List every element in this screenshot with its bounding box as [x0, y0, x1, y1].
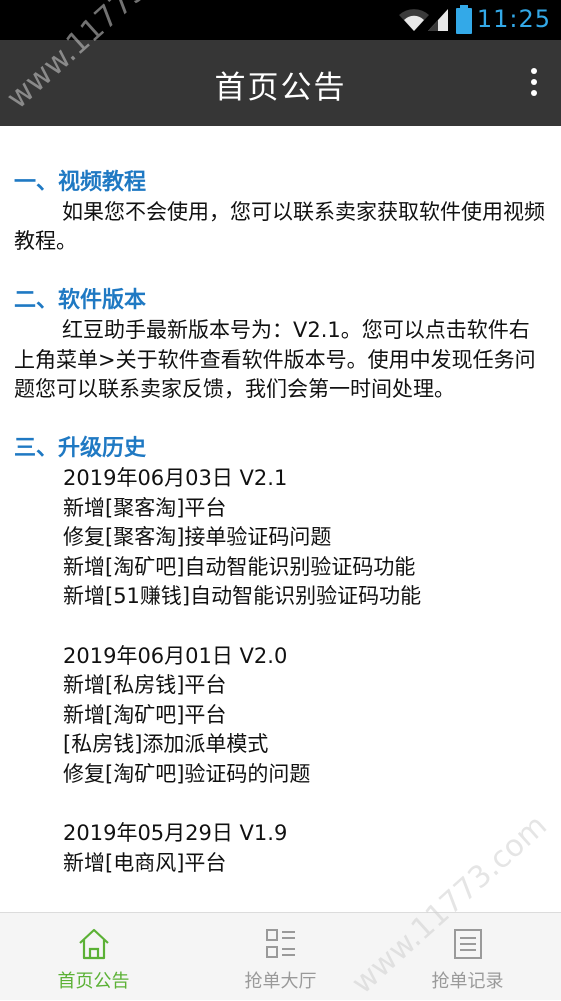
version-line: 2019年05月29日 V1.9 — [63, 821, 288, 846]
change-item: 新增[电商风]平台 — [63, 850, 227, 875]
section-heading: 三、升级历史 — [14, 436, 147, 462]
change-item: 新增[聚客淘]平台 — [63, 495, 227, 520]
section-upgrade-history: 三、升级历史 2019年06月03日 V2.1 新增[聚客淘]平台 修复[聚客淘… — [0, 434, 561, 878]
tab-order-hall[interactable]: 抢单大厅 — [187, 913, 374, 1000]
version-line: 2019年06月01日 V2.0 — [63, 643, 288, 668]
change-item: 修复[淘矿吧]验证码的问题 — [63, 761, 311, 786]
change-item: 新增[私房钱]平台 — [63, 673, 227, 698]
history-entry: 2019年06月03日 V2.1 新增[聚客淘]平台 修复[聚客淘]接单验证码问… — [14, 464, 547, 612]
change-item: 新增[51赚钱]自动智能识别验证码功能 — [63, 584, 422, 609]
more-vert-icon[interactable] — [527, 68, 541, 100]
document-icon — [453, 929, 482, 959]
announcement-content: 一、视频教程 如果您不会使用，您可以联系卖家获取软件使用视频教程。 二、软件版本… — [0, 126, 561, 912]
section-software-version: 二、软件版本 红豆助手最新版本号为：V2.1。您可以点击软件右上角菜单>关于软件… — [0, 286, 561, 404]
status-bar: 11:25 — [0, 0, 561, 40]
section-video-tutorial: 一、视频教程 如果您不会使用，您可以联系卖家获取软件使用视频教程。 — [0, 168, 561, 257]
page-title: 首页公告 — [214, 70, 347, 106]
bottom-navigation: 首页公告 抢单大厅 抢单记录 — [0, 912, 561, 1000]
battery-icon — [456, 5, 472, 34]
tab-label: 首页公告 — [57, 971, 130, 992]
list-grid-icon — [265, 929, 295, 958]
status-time: 11:25 — [476, 5, 551, 33]
tab-label: 抢单大厅 — [244, 971, 317, 992]
tab-home-announcement[interactable]: 首页公告 — [0, 913, 187, 1000]
app-bar: 首页公告 — [0, 40, 561, 126]
change-item: 修复[聚客淘]接单验证码问题 — [63, 525, 332, 550]
change-item: 新增[淘矿吧]平台 — [63, 702, 227, 727]
section-heading: 二、软件版本 — [14, 288, 147, 314]
home-icon — [78, 928, 109, 960]
history-entry: 2019年06月01日 V2.0 新增[私房钱]平台 新增[淘矿吧]平台 [私房… — [14, 642, 547, 790]
tab-order-records[interactable]: 抢单记录 — [374, 913, 561, 1000]
version-line: 2019年06月03日 V2.1 — [63, 465, 288, 490]
change-item: [私房钱]添加派单模式 — [63, 732, 269, 757]
history-entry: 2019年05月29日 V1.9 新增[电商风]平台 — [14, 819, 547, 878]
change-item: 新增[淘矿吧]自动智能识别验证码功能 — [63, 554, 416, 579]
section-heading: 一、视频教程 — [14, 170, 147, 195]
tab-label: 抢单记录 — [431, 971, 504, 992]
section-paragraph: 红豆助手最新版本号为：V2.1。您可以点击软件右上角菜单>关于软件查看软件版本号… — [14, 317, 536, 402]
section-paragraph: 如果您不会使用，您可以联系卖家获取软件使用视频教程。 — [14, 199, 545, 254]
signal-icon — [428, 9, 448, 31]
